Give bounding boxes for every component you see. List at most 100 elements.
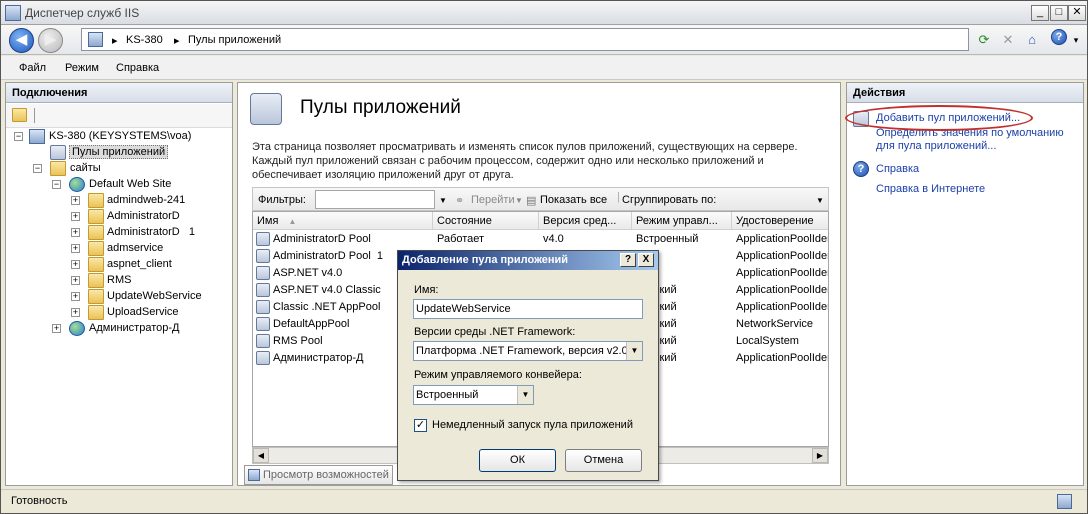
tree-item-label: AdministratorD 1 <box>107 226 196 238</box>
collapse-icon[interactable]: − <box>33 164 42 173</box>
filter-label: Фильтры: <box>258 194 306 206</box>
features-view-tab[interactable]: Просмотр возможностей <box>244 465 393 485</box>
online-help-link[interactable]: Справка в Интернете <box>876 183 985 195</box>
server-icon <box>29 129 45 144</box>
autostart-checkbox[interactable]: ✓ <box>414 419 427 432</box>
expand-icon[interactable]: + <box>71 244 80 253</box>
connections-toolbar <box>6 104 232 128</box>
tree-item-label: сайты <box>70 162 101 174</box>
expand-icon[interactable]: + <box>71 196 80 205</box>
ok-button[interactable]: ОК <box>479 449 556 472</box>
features-view-label: Просмотр возможностей <box>263 469 389 481</box>
address-row: ◀ ▶ ▸ KS-380 ▸ Пулы приложений ⟳ ✕ ⌂ ? ▾ <box>1 25 1087 55</box>
pipeline-select-value: Встроенный <box>416 389 479 401</box>
expand-icon[interactable]: + <box>71 292 80 301</box>
app-pool-icon <box>256 317 270 331</box>
table-row-name[interactable]: AdministratorD Pool <box>273 231 431 248</box>
pipeline-label: Режим управляемого конвейера: <box>414 369 582 381</box>
chevron-down-icon[interactable]: ▼ <box>517 386 533 404</box>
app-pool-icon <box>50 145 66 160</box>
minimize-button[interactable]: _ <box>1031 5 1049 21</box>
folder-icon <box>88 273 104 288</box>
app-pool-icon <box>256 232 270 246</box>
maximize-button[interactable]: □ <box>1050 5 1068 21</box>
back-button[interactable]: ◀ <box>9 28 34 53</box>
tree-item-label: Администратор-Д <box>89 322 180 334</box>
help-link[interactable]: Справка <box>876 163 919 175</box>
tree-item-label: UploadService <box>107 306 179 318</box>
stop-icon[interactable]: ✕ <box>999 31 1017 49</box>
framework-label: Версии среды .NET Framework: <box>414 326 576 338</box>
set-defaults-link[interactable]: Определить значения по умолчанию для пул… <box>876 127 1076 153</box>
app-pool-icon <box>256 283 270 297</box>
home-icon[interactable]: ⌂ <box>1023 31 1041 49</box>
forward-button[interactable]: ▶ <box>38 28 63 53</box>
column-header-status[interactable]: Состояние <box>433 212 539 230</box>
table-cell: ApplicationPoolIder <box>736 250 829 262</box>
pipeline-select[interactable]: Встроенный ▼ <box>413 385 534 405</box>
expand-icon[interactable]: + <box>71 212 80 221</box>
menu-file[interactable]: Файл <box>19 62 46 74</box>
page-title: Пулы приложений <box>300 97 461 118</box>
expand-icon[interactable]: + <box>52 324 61 333</box>
framework-select[interactable]: Платформа .NET Framework, версия v2.0. ▼ <box>413 341 643 361</box>
go-icon: ⚭ <box>455 195 465 207</box>
tree-item-label: RMS <box>107 274 132 286</box>
chevron-down-icon[interactable]: ▼ <box>626 342 642 360</box>
column-header-framework[interactable]: Версия сред... <box>539 212 632 230</box>
address-bar[interactable]: ▸ KS-380 ▸ Пулы приложений <box>81 28 969 51</box>
expand-icon[interactable]: + <box>71 228 80 237</box>
filter-dropdown-icon[interactable]: ▼ <box>439 196 447 205</box>
connections-header: Подключения <box>6 83 232 103</box>
name-label: Имя: <box>414 284 439 296</box>
cancel-button[interactable]: Отмена <box>565 449 642 472</box>
new-connection-icon[interactable] <box>12 108 27 122</box>
tree-item-label: UpdateWebService <box>107 290 202 302</box>
collapse-icon[interactable]: − <box>14 132 23 141</box>
close-button[interactable]: ✕ <box>1068 5 1086 21</box>
expand-icon[interactable]: + <box>71 260 80 269</box>
filter-input[interactable] <box>315 190 435 209</box>
menu-help[interactable]: Справка <box>116 62 159 74</box>
tree-item-label: admservice <box>107 242 164 254</box>
page-description: Эта страница позволяет просматривать и и… <box>252 141 798 181</box>
table-cell: NetworkService <box>736 318 814 330</box>
breadcrumb-separator: ▸ <box>174 35 180 47</box>
help-dropdown-icon[interactable]: ▾ <box>1067 31 1085 49</box>
scroll-left-icon[interactable]: ◀ <box>253 448 269 463</box>
group-by-label[interactable]: Сгруппировать по: <box>622 194 716 206</box>
column-header-label: Имя <box>257 215 279 227</box>
dialog-help-button[interactable]: ? <box>620 253 636 267</box>
breadcrumb-app-pools[interactable]: Пулы приложений <box>188 34 281 46</box>
go-dropdown-icon[interactable]: ▼ <box>515 196 523 205</box>
help-icon[interactable]: ? <box>1051 29 1067 45</box>
autostart-label[interactable]: Немедленный запуск пула приложений <box>432 419 633 431</box>
expand-icon[interactable]: + <box>71 276 80 285</box>
name-input[interactable]: UpdateWebService <box>413 299 643 319</box>
toolbar-divider: | <box>617 191 620 203</box>
app-pool-icon <box>256 351 270 365</box>
title-bar: Диспетчер служб IIS _ □ ✕ <box>1 1 1087 25</box>
column-header-identity[interactable]: Удостоверение <box>732 212 828 230</box>
show-all-icon: ▤ <box>526 195 537 207</box>
dialog-close-button[interactable]: X <box>638 253 654 267</box>
folder-icon <box>88 209 104 224</box>
scroll-right-icon[interactable]: ▶ <box>812 448 828 463</box>
window-title: Диспетчер служб IIS <box>25 6 140 20</box>
column-header-name[interactable]: Имя ▲ <box>253 212 433 230</box>
show-all-button[interactable]: Показать все <box>540 194 607 206</box>
expand-icon[interactable]: + <box>71 308 80 317</box>
folder-icon <box>88 289 104 304</box>
back-arrow-icon: ◀ <box>15 31 28 48</box>
menu-view[interactable]: Режим <box>65 62 99 74</box>
go-button[interactable]: Перейти <box>471 194 515 206</box>
breadcrumb-separator: ▸ <box>112 35 118 47</box>
breadcrumb-server[interactable]: KS-380 <box>126 34 163 46</box>
forward-arrow-icon: ▶ <box>44 31 57 48</box>
more-icon[interactable]: ▼ <box>816 196 824 205</box>
column-header-pipeline[interactable]: Режим управл... <box>632 212 732 230</box>
table-cell: LocalSystem <box>736 335 799 347</box>
refresh-icon[interactable]: ⟳ <box>975 31 993 49</box>
features-view-icon <box>248 469 260 481</box>
collapse-icon[interactable]: − <box>52 180 61 189</box>
